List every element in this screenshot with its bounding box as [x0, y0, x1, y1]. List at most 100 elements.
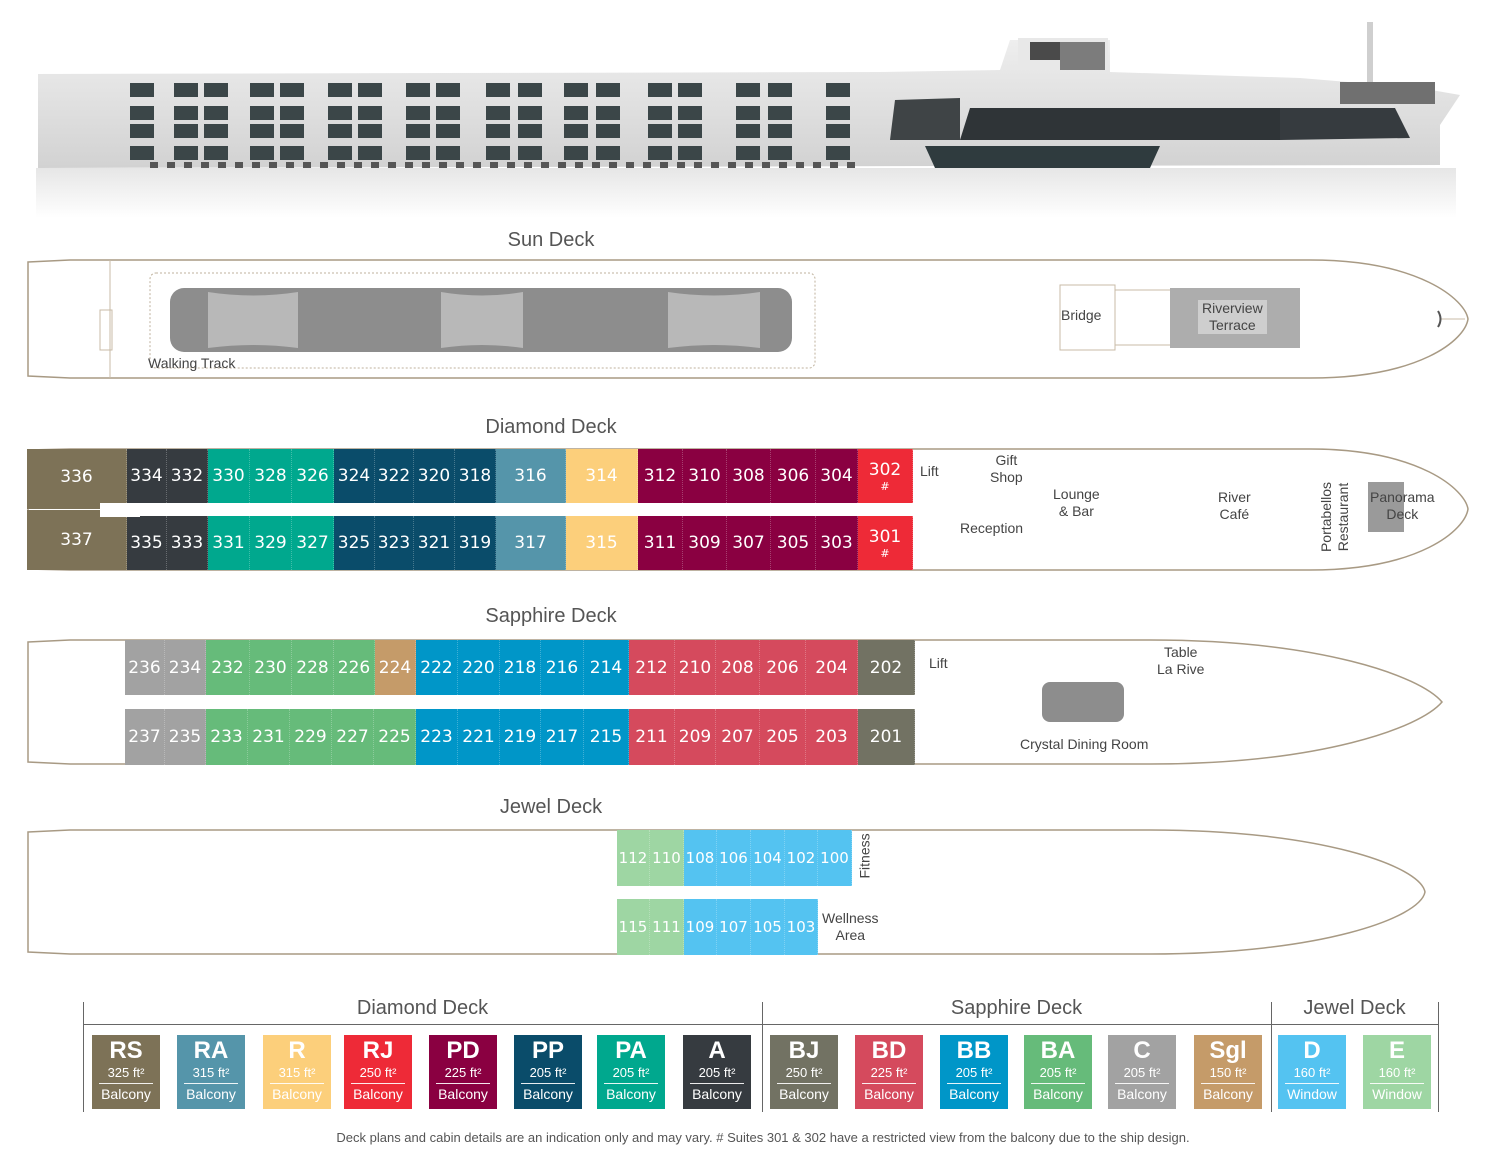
cabin-211[interactable]: 211 [629, 709, 675, 765]
cabin-225[interactable]: 225 [374, 709, 416, 765]
ship-window [130, 83, 154, 97]
cabin-306[interactable]: 306 [771, 449, 816, 503]
cabin-323[interactable]: 323 [375, 516, 414, 570]
cabin-number: 306 [776, 466, 810, 486]
cabin-111[interactable]: 111 [650, 899, 684, 955]
cabin-218[interactable]: 218 [500, 640, 541, 695]
cabin-227[interactable]: 227 [332, 709, 374, 765]
cabin-319[interactable]: 319 [455, 516, 496, 570]
cabin-108[interactable]: 108 [684, 830, 717, 886]
cabin-235[interactable]: 235 [165, 709, 206, 765]
legend-size: 205 ft² [1115, 1065, 1169, 1084]
cabin-220[interactable]: 220 [458, 640, 500, 695]
legend-size: 205 ft² [1031, 1065, 1085, 1084]
cabin-number: 337 [60, 530, 93, 550]
cabin-318[interactable]: 318 [455, 449, 496, 503]
cabin-229[interactable]: 229 [290, 709, 332, 765]
cabin-310[interactable]: 310 [683, 449, 727, 503]
cabin-202[interactable]: 202 [858, 640, 915, 695]
cabin-210[interactable]: 210 [675, 640, 716, 695]
cabin-316[interactable]: 316 [496, 449, 566, 503]
cabin-234[interactable]: 234 [165, 640, 206, 695]
cabin-115[interactable]: 115 [617, 899, 650, 955]
cabin-223[interactable]: 223 [416, 709, 458, 765]
cabin-332[interactable]: 332 [167, 449, 208, 503]
cabin-228[interactable]: 228 [292, 640, 334, 695]
cabin-102[interactable]: 102 [785, 830, 818, 886]
cabin-335[interactable]: 335 [127, 516, 167, 570]
cabin-215[interactable]: 215 [584, 709, 629, 765]
cabin-105[interactable]: 105 [751, 899, 785, 955]
cabin-302[interactable]: 302 # [858, 449, 913, 503]
cabin-312[interactable]: 312 [638, 449, 683, 503]
ship-illustration [36, 22, 1460, 218]
cabin-number: 104 [753, 849, 782, 867]
cabin-304[interactable]: 304 [816, 449, 858, 503]
legend-code: RA [193, 1037, 229, 1064]
cabin-331[interactable]: 331 [208, 516, 250, 570]
cabin-106[interactable]: 106 [717, 830, 751, 886]
cabin-204[interactable]: 204 [806, 640, 858, 695]
cabin-324[interactable]: 324 [334, 449, 375, 503]
legend-view: Balcony [1117, 1086, 1167, 1102]
cabin-109[interactable]: 109 [684, 899, 717, 955]
cabin-337[interactable]: 337 [27, 510, 127, 570]
cabin-230[interactable]: 230 [250, 640, 292, 695]
cabin-328[interactable]: 328 [250, 449, 292, 503]
cabin-326[interactable]: 326 [292, 449, 334, 503]
cabin-301[interactable]: 301 # [858, 516, 913, 570]
porthole [711, 162, 719, 168]
cabin-100[interactable]: 100 [818, 830, 852, 886]
cabin-206[interactable]: 206 [760, 640, 806, 695]
cabin-110[interactable]: 110 [650, 830, 684, 886]
cabin-307[interactable]: 307 [727, 516, 771, 570]
cabin-236[interactable]: 236 [125, 640, 165, 695]
cabin-308[interactable]: 308 [727, 449, 771, 503]
cabin-201[interactable]: 201 [858, 709, 915, 765]
cabin-224[interactable]: 224 [375, 640, 416, 695]
cabin-336[interactable]: 336 [27, 449, 127, 509]
cabin-203[interactable]: 203 [806, 709, 858, 765]
cabin-320[interactable]: 320 [414, 449, 455, 503]
cabin-number: 328 [254, 466, 287, 486]
cabin-305[interactable]: 305 [771, 516, 816, 570]
cabin-232[interactable]: 232 [206, 640, 250, 695]
cabin-208[interactable]: 208 [716, 640, 760, 695]
cabin-112[interactable]: 112 [617, 830, 650, 886]
porthole [252, 162, 260, 168]
ship-window [518, 124, 542, 138]
porthole [456, 162, 464, 168]
cabin-311[interactable]: 311 [638, 516, 683, 570]
cabin-205[interactable]: 205 [760, 709, 806, 765]
cabin-209[interactable]: 209 [675, 709, 716, 765]
cabin-327[interactable]: 327 [292, 516, 334, 570]
cabin-217[interactable]: 217 [541, 709, 584, 765]
cabin-number: 331 [212, 533, 245, 553]
cabin-333[interactable]: 333 [167, 516, 208, 570]
cabin-321[interactable]: 321 [414, 516, 455, 570]
cabin-303[interactable]: 303 [816, 516, 858, 570]
cabin-329[interactable]: 329 [250, 516, 292, 570]
cabin-219[interactable]: 219 [500, 709, 541, 765]
cabin-231[interactable]: 231 [248, 709, 290, 765]
cabin-216[interactable]: 216 [541, 640, 584, 695]
cabin-207[interactable]: 207 [716, 709, 760, 765]
cabin-322[interactable]: 322 [375, 449, 414, 503]
cabin-314[interactable]: 314 [566, 449, 638, 503]
cabin-103[interactable]: 103 [785, 899, 818, 955]
cabin-315[interactable]: 315 [566, 516, 638, 570]
cabin-222[interactable]: 222 [416, 640, 458, 695]
cabin-334[interactable]: 334 [127, 449, 167, 503]
cabin-221[interactable]: 221 [458, 709, 500, 765]
cabin-104[interactable]: 104 [751, 830, 785, 886]
cabin-330[interactable]: 330 [208, 449, 250, 503]
cabin-317[interactable]: 317 [496, 516, 566, 570]
cabin-212[interactable]: 212 [629, 640, 675, 695]
cabin-226[interactable]: 226 [334, 640, 375, 695]
cabin-107[interactable]: 107 [717, 899, 751, 955]
cabin-309[interactable]: 309 [683, 516, 727, 570]
cabin-233[interactable]: 233 [206, 709, 248, 765]
cabin-214[interactable]: 214 [584, 640, 629, 695]
cabin-237[interactable]: 237 [125, 709, 165, 765]
cabin-325[interactable]: 325 [334, 516, 375, 570]
